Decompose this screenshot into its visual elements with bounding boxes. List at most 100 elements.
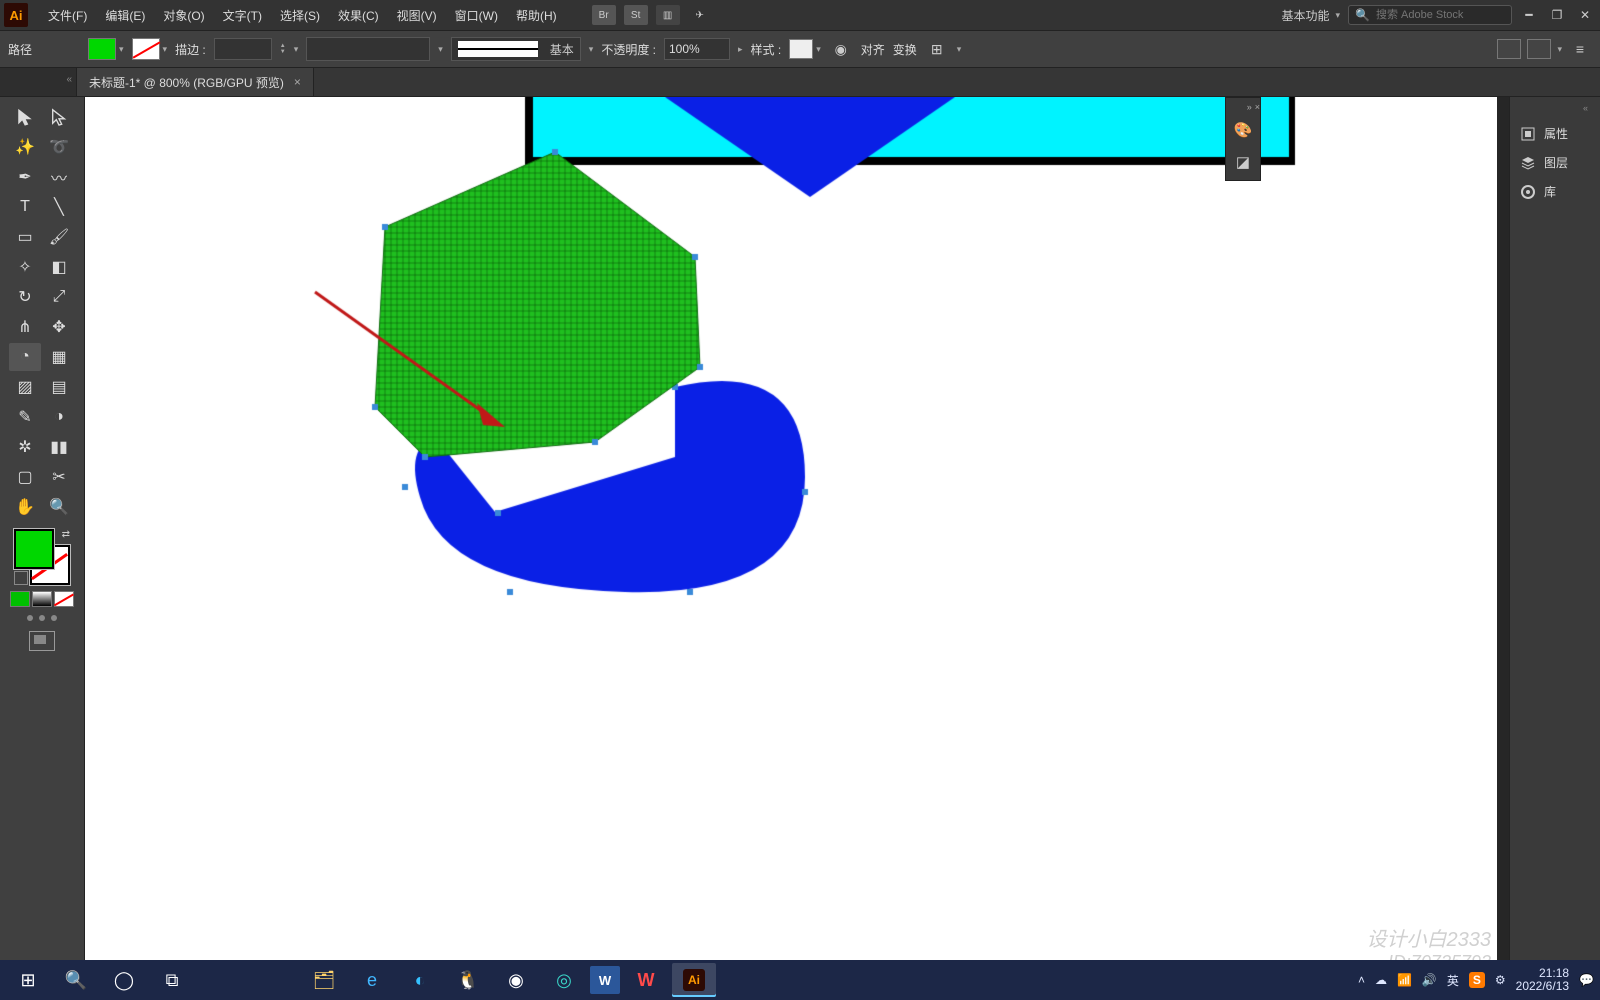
panel-menu-icon[interactable]: ≡ [1568, 37, 1592, 61]
tray-volume-icon[interactable]: 🔊 [1422, 973, 1437, 987]
screen-mode-icon[interactable] [29, 631, 55, 651]
chevron-down-icon[interactable]: ▾ [589, 44, 594, 55]
chevron-right-icon[interactable]: ▸ [738, 44, 743, 55]
qq-browser-icon[interactable]: ◐ [398, 963, 442, 997]
fill-color-chip[interactable] [14, 529, 54, 569]
paintbrush-tool[interactable]: 🖌 [43, 223, 75, 251]
stroke-swatch[interactable]: ▾ [132, 38, 168, 60]
selection-tool[interactable] [9, 103, 41, 131]
vertical-scrollbar[interactable] [1497, 97, 1509, 1000]
opacity-input[interactable]: 100% [664, 38, 730, 60]
fill-swatch[interactable]: ▾ [88, 38, 124, 60]
default-fill-stroke-icon[interactable] [14, 571, 28, 585]
task-view-icon[interactable]: ⧉ [150, 963, 194, 997]
workspace-switcher[interactable]: 基本功能▾ [1275, 7, 1346, 24]
edge-legacy-icon[interactable]: e [350, 963, 394, 997]
draw-mode-row[interactable] [27, 615, 57, 621]
system-tray[interactable]: ˄ ☁ 📶 🔊 英 S ⚙ 21:18 2022/6/13 💬 [1358, 967, 1594, 993]
shape-builder-tool[interactable]: ◔ [9, 343, 41, 371]
document-tab[interactable]: 未标题-1* @ 800% (RGB/GPU 预览) × [77, 68, 314, 96]
search-input[interactable] [1374, 8, 1488, 22]
stroke-weight-input[interactable] [214, 38, 272, 60]
menu-select[interactable]: 选择(S) [272, 3, 328, 28]
transform-label[interactable]: 变换 [893, 41, 917, 58]
symbol-sprayer-tool[interactable]: ✲ [9, 433, 41, 461]
explorer-icon[interactable]: 🗂 [302, 963, 346, 997]
menu-edit[interactable]: 编辑(E) [97, 3, 153, 28]
arrange-docs-icon[interactable]: ▥ [656, 5, 680, 25]
mesh-tool[interactable]: ▨ [9, 373, 41, 401]
menu-effect[interactable]: 效果(C) [330, 3, 387, 28]
blend-tool[interactable]: ◑ [43, 403, 75, 431]
menu-window[interactable]: 窗口(W) [447, 3, 506, 28]
taskbar-search[interactable]: 🔍 [54, 963, 98, 997]
properties-panel-tab[interactable]: 属性 [1510, 119, 1600, 148]
start-button[interactable]: ⊞ [6, 963, 50, 997]
pen-tool[interactable]: ✒ [9, 163, 41, 191]
layers-panel-tab[interactable]: 图层 [1510, 148, 1600, 177]
window-restore[interactable]: ❐ [1546, 7, 1568, 23]
artboard-canvas[interactable] [85, 97, 1497, 977]
menu-object[interactable]: 对象(O) [155, 3, 212, 28]
slice-tool[interactable]: ✂ [43, 463, 75, 491]
gradient-tool[interactable]: ▤ [43, 373, 75, 401]
swatches-panel-icon[interactable]: ◪ [1231, 150, 1255, 174]
width-tool[interactable]: ⋔ [9, 313, 41, 341]
bridge-icon[interactable]: Br [592, 5, 616, 25]
recolor-icon[interactable]: ◉ [829, 37, 853, 61]
word-icon[interactable]: W [590, 966, 620, 994]
chrome-icon[interactable]: ◉ [494, 963, 538, 997]
lasso-tool[interactable]: ➰ [43, 133, 75, 161]
zoom-tool[interactable]: 🔍 [43, 493, 75, 521]
tray-settings-icon[interactable]: ⚙ [1495, 973, 1506, 987]
menu-view[interactable]: 视图(V) [389, 3, 445, 28]
color-mode-gradient[interactable] [32, 591, 52, 607]
wps-icon[interactable]: W [624, 963, 668, 997]
gpu-icon[interactable]: ✈ [688, 5, 712, 25]
panel-layout-2[interactable] [1527, 39, 1551, 59]
rectangle-tool[interactable]: ▭ [9, 223, 41, 251]
variable-width-profile[interactable] [306, 37, 430, 61]
collapse-icon[interactable]: » [1247, 102, 1252, 112]
free-transform-tool[interactable]: ✥ [43, 313, 75, 341]
qq-icon[interactable]: 🐧 [446, 963, 490, 997]
stroke-weight-stepper[interactable]: ▲▼ [280, 43, 286, 55]
swap-fill-stroke-icon[interactable]: ⇄ [62, 529, 70, 540]
stock-icon[interactable]: St [624, 5, 648, 25]
floating-panel-dock[interactable]: »× 🎨 ◪ [1225, 97, 1261, 181]
menu-help[interactable]: 帮助(H) [508, 3, 565, 28]
tray-wifi-icon[interactable]: 📶 [1397, 973, 1412, 987]
chevron-down-icon[interactable]: ▾ [1557, 44, 1562, 55]
panel-layout-1[interactable] [1497, 39, 1521, 59]
color-panel-icon[interactable]: 🎨 [1231, 118, 1255, 142]
tray-chevron-icon[interactable]: ˄ [1358, 973, 1365, 987]
type-tool[interactable]: T [9, 193, 41, 221]
align-label[interactable]: 对齐 [861, 41, 885, 58]
isolate-icon[interactable]: ⊞ [925, 37, 949, 61]
collapse-panel-icon[interactable]: « [1577, 101, 1594, 115]
direct-selection-tool[interactable] [43, 103, 75, 131]
tray-sogou-icon[interactable]: S [1469, 972, 1485, 988]
eraser-tool[interactable]: ◧ [43, 253, 75, 281]
menu-type[interactable]: 文字(T) [215, 3, 270, 28]
shaper-tool[interactable]: ✧ [9, 253, 41, 281]
fill-stroke-indicator[interactable]: ⇄ [14, 529, 70, 585]
window-minimize[interactable]: ━ [1518, 7, 1540, 23]
magic-wand-tool[interactable]: ✨ [9, 133, 41, 161]
tray-clock[interactable]: 21:18 2022/6/13 [1516, 967, 1569, 993]
graphic-style-swatch[interactable]: ▾ [789, 39, 821, 59]
edge-icon[interactable]: ◎ [542, 963, 586, 997]
column-graph-tool[interactable]: ▮▮ [43, 433, 75, 461]
tray-ime-label[interactable]: 英 [1447, 972, 1459, 989]
close-tab-icon[interactable]: × [294, 75, 301, 89]
perspective-grid-tool[interactable]: ▦ [43, 343, 75, 371]
rotate-tool[interactable]: ↻ [9, 283, 41, 311]
menu-file[interactable]: 文件(F) [40, 3, 95, 28]
hand-tool[interactable]: ✋ [9, 493, 41, 521]
line-tool[interactable]: ╲ [43, 193, 75, 221]
artboard-tool[interactable]: ▢ [9, 463, 41, 491]
illustrator-taskbar-icon[interactable]: Ai [672, 963, 716, 997]
color-mode-solid[interactable] [10, 591, 30, 607]
scale-tool[interactable]: ⤢ [43, 283, 75, 311]
chevron-down-icon[interactable]: ▾ [957, 44, 962, 55]
